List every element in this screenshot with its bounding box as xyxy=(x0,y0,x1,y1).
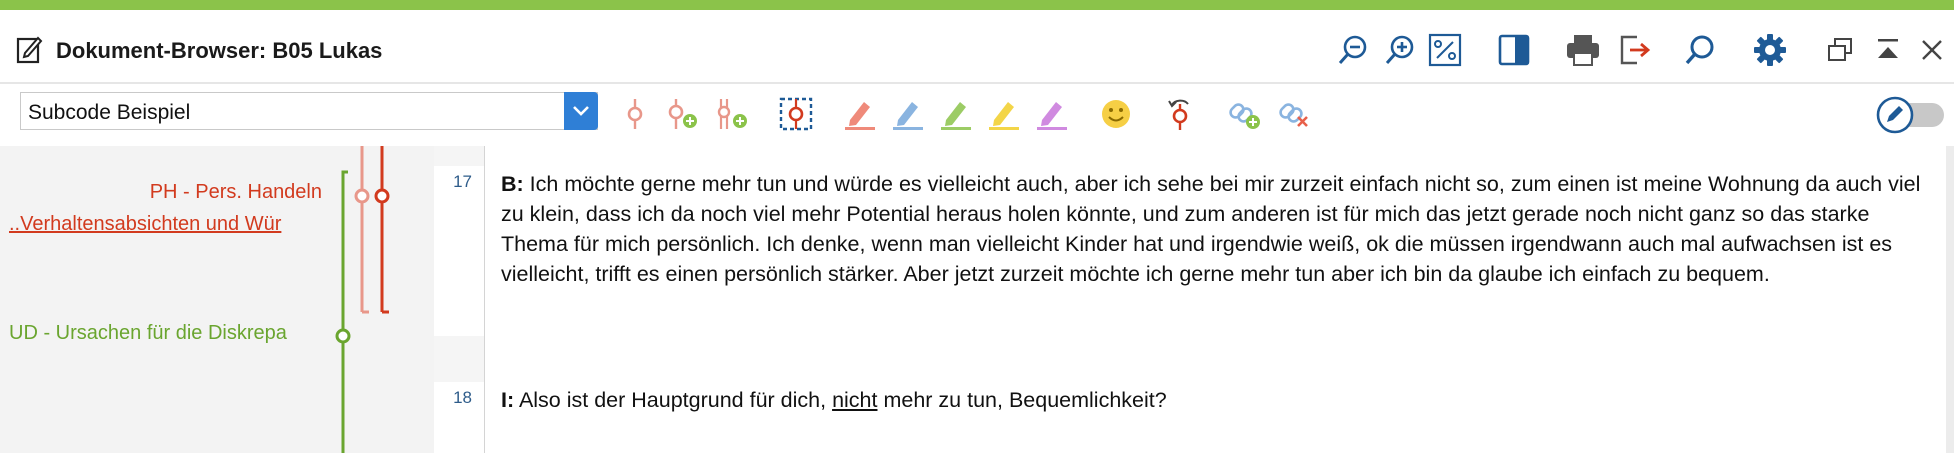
window-accent-bar xyxy=(0,0,1954,10)
window-title: Dokument-Browser: B05 Lukas xyxy=(56,38,383,63)
undo-code-icon[interactable] xyxy=(1160,94,1200,134)
code-add-icon[interactable] xyxy=(662,94,702,134)
coding-toolbar: Subcode Beispiel xyxy=(0,84,1954,148)
document-text[interactable]: B: Ich möchte gerne mehr tun und würde e… xyxy=(484,146,1954,453)
highlight-yellow-icon[interactable] xyxy=(984,94,1024,134)
settings-gear-icon[interactable] xyxy=(1750,30,1790,70)
highlight-blue-icon[interactable] xyxy=(888,94,928,134)
paragraph-number: 17 xyxy=(453,172,472,191)
search-icon[interactable] xyxy=(1680,30,1720,70)
title-bar: Dokument-Browser: B05 Lukas xyxy=(0,10,1954,84)
print-icon[interactable] xyxy=(1563,30,1603,70)
speaker-label: B: xyxy=(501,172,524,196)
paragraph-18: I: Also ist der Hauptgrund für dich, nic… xyxy=(501,385,1935,415)
code-selection-icon[interactable] xyxy=(776,94,816,134)
zoom-out-icon[interactable] xyxy=(1333,30,1373,70)
speaker-label: I: xyxy=(501,388,515,412)
highlight-purple-icon[interactable] xyxy=(1032,94,1072,134)
paragraph-text: mehr zu tun, Bequemlichkeit? xyxy=(883,388,1167,412)
link-remove-icon[interactable] xyxy=(1274,94,1314,134)
edit-mode-toggle[interactable] xyxy=(1876,96,1946,134)
highlight-red-icon[interactable] xyxy=(840,94,880,134)
emoticon-icon[interactable] xyxy=(1096,94,1136,134)
zoom-in-icon[interactable] xyxy=(1380,30,1420,70)
code-selector-dropdown[interactable]: Subcode Beispiel xyxy=(20,92,598,130)
highlight-green-icon[interactable] xyxy=(936,94,976,134)
export-icon[interactable] xyxy=(1614,30,1654,70)
code-icon[interactable] xyxy=(615,94,655,134)
paragraph-text: Also ist der Hauptgrund für dich, xyxy=(518,388,827,412)
edit-document-icon xyxy=(16,34,44,69)
undock-window-icon[interactable] xyxy=(1820,30,1860,70)
underlined-word: nicht xyxy=(832,388,878,412)
window-edge xyxy=(1946,146,1954,453)
code-stripes xyxy=(335,146,390,453)
close-icon[interactable] xyxy=(1912,30,1952,70)
document-area: PH - Pers. Handeln ..Verhaltensabsichten… xyxy=(0,146,1954,453)
chevron-down-icon[interactable] xyxy=(564,92,598,130)
link-add-icon[interactable] xyxy=(1224,94,1264,134)
zoom-100-icon[interactable] xyxy=(1425,30,1465,70)
paragraph-number: 18 xyxy=(453,388,472,407)
code-stripes-panel: PH - Pers. Handeln ..Verhaltensabsichten… xyxy=(0,146,434,453)
paragraph-number-column: 17 18 xyxy=(434,146,484,453)
paragraph-17: B: Ich möchte gerne mehr tun und würde e… xyxy=(501,169,1935,289)
paragraph-text: Ich möchte gerne mehr tun und würde es v… xyxy=(501,172,1921,286)
minimize-icon[interactable] xyxy=(1868,30,1908,70)
code-selector-value: Subcode Beispiel xyxy=(28,101,191,124)
panel-toggle-icon[interactable] xyxy=(1494,30,1534,70)
code-add-subcode-icon[interactable] xyxy=(712,94,752,134)
